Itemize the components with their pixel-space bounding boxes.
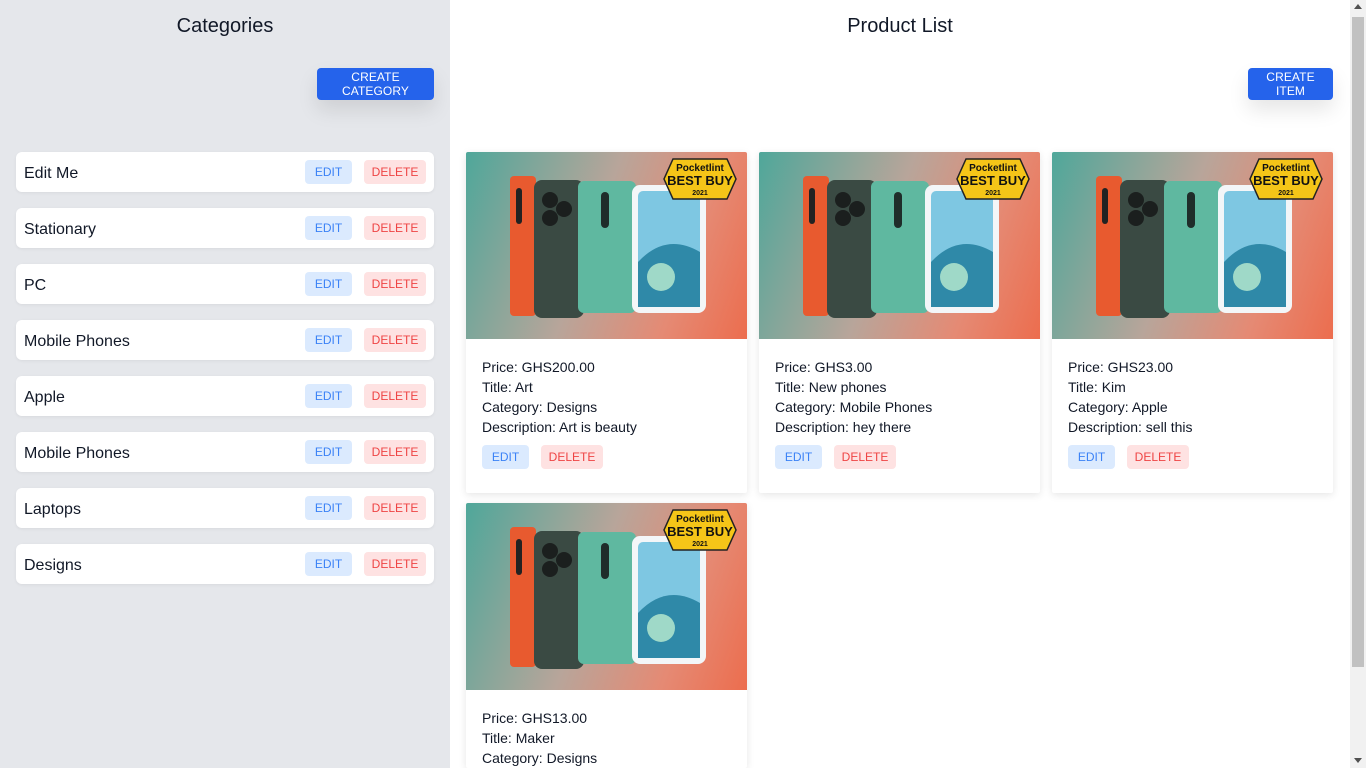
delete-category-button[interactable]: DELETE: [364, 440, 426, 464]
category-list: Edit Me EDIT DELETE Stationary EDIT DELE…: [16, 152, 434, 600]
product-image: Pocketlint BEST BUY 2021: [466, 152, 747, 339]
scroll-up-arrow-icon[interactable]: [1354, 4, 1362, 9]
product-image: Pocketlint BEST BUY 2021: [466, 503, 747, 690]
category-name: Mobile Phones: [24, 333, 130, 350]
delete-product-button[interactable]: DELETE: [834, 445, 896, 469]
product-title: Title: Maker: [482, 730, 555, 746]
delete-category-button[interactable]: DELETE: [364, 496, 426, 520]
category-name: Edit Me: [24, 165, 79, 182]
edit-product-button[interactable]: EDIT: [482, 445, 529, 469]
svg-text:BEST BUY: BEST BUY: [667, 173, 733, 188]
categories-sidebar: Categories CREATE CATEGORY Edit Me EDIT …: [0, 0, 450, 768]
edit-category-button[interactable]: EDIT: [305, 496, 352, 520]
product-title: Title: Art: [482, 379, 533, 395]
delete-product-button[interactable]: DELETE: [541, 445, 603, 469]
category-name: Apple: [24, 389, 65, 406]
edit-product-button[interactable]: EDIT: [775, 445, 822, 469]
edit-category-button[interactable]: EDIT: [305, 272, 352, 296]
scrollbar-thumb[interactable]: [1352, 17, 1364, 667]
product-title: Title: New phones: [775, 379, 887, 395]
delete-category-button[interactable]: DELETE: [364, 216, 426, 240]
category-item: Stationary EDIT DELETE: [16, 208, 434, 248]
product-actions: EDIT DELETE: [482, 445, 731, 493]
product-category: Category: Mobile Phones: [775, 399, 933, 415]
scroll-down-arrow-icon[interactable]: [1354, 758, 1362, 763]
product-price: Price: GHS200.00: [482, 359, 595, 375]
create-item-button[interactable]: CREATE ITEM: [1248, 68, 1333, 100]
product-actions: EDIT DELETE: [1068, 445, 1317, 493]
categories-title: Categories: [176, 15, 274, 37]
best-buy-badge: Pocketlint BEST BUY 2021: [956, 158, 1030, 200]
product-price: Price: GHS13.00: [482, 710, 588, 726]
category-item: Apple EDIT DELETE: [16, 376, 434, 416]
svg-text:BEST BUY: BEST BUY: [960, 173, 1026, 188]
product-image: Pocketlint BEST BUY 2021: [1052, 152, 1333, 339]
delete-category-button[interactable]: DELETE: [364, 160, 426, 184]
edit-category-button[interactable]: EDIT: [305, 216, 352, 240]
product-description: Description: Art is beauty: [482, 419, 637, 435]
product-price: Price: GHS3.00: [775, 359, 873, 375]
product-details: Price: GHS13.00 Title: Maker Category: D…: [466, 690, 747, 768]
svg-text:2021: 2021: [985, 190, 1001, 197]
svg-text:2021: 2021: [692, 541, 708, 548]
category-name: Designs: [24, 557, 82, 574]
product-description: Description: sell this: [1068, 419, 1193, 435]
edit-category-button[interactable]: EDIT: [305, 552, 352, 576]
delete-category-button[interactable]: DELETE: [364, 328, 426, 352]
svg-text:BEST BUY: BEST BUY: [1253, 173, 1319, 188]
product-card: Pocketlint BEST BUY 2021 Price: GHS3.00 …: [759, 152, 1040, 493]
category-item: Mobile Phones EDIT DELETE: [16, 432, 434, 472]
edit-category-button[interactable]: EDIT: [305, 328, 352, 352]
svg-text:2021: 2021: [692, 190, 708, 197]
product-actions: EDIT DELETE: [775, 445, 1024, 493]
product-price: Price: GHS23.00: [1068, 359, 1174, 375]
delete-category-button[interactable]: DELETE: [364, 272, 426, 296]
product-card: Pocketlint BEST BUY 2021 Price: GHS200.0…: [466, 152, 747, 493]
svg-text:2021: 2021: [1278, 190, 1294, 197]
category-item: PC EDIT DELETE: [16, 264, 434, 304]
product-category: Category: Designs: [482, 399, 598, 415]
product-list-title: Product List: [847, 15, 953, 37]
product-list-panel: Product List CREATE ITEM Pocketlint BEST…: [450, 0, 1350, 768]
product-card: Pocketlint BEST BUY 2021 Price: GHS23.00…: [1052, 152, 1333, 493]
category-item: Mobile Phones EDIT DELETE: [16, 320, 434, 360]
category-name: Laptops: [24, 501, 81, 518]
category-name: Stationary: [24, 221, 97, 238]
edit-category-button[interactable]: EDIT: [305, 160, 352, 184]
product-title: Title: Kim: [1068, 379, 1126, 395]
product-description: Description: hey there: [775, 419, 912, 435]
best-buy-badge: Pocketlint BEST BUY 2021: [663, 158, 737, 200]
svg-text:BEST BUY: BEST BUY: [667, 524, 733, 539]
delete-category-button[interactable]: DELETE: [364, 384, 426, 408]
edit-product-button[interactable]: EDIT: [1068, 445, 1115, 469]
delete-category-button[interactable]: DELETE: [364, 552, 426, 576]
delete-product-button[interactable]: DELETE: [1127, 445, 1189, 469]
product-image: Pocketlint BEST BUY 2021: [759, 152, 1040, 339]
category-item: Designs EDIT DELETE: [16, 544, 434, 584]
best-buy-badge: Pocketlint BEST BUY 2021: [1249, 158, 1323, 200]
category-name: PC: [24, 277, 47, 294]
create-category-button[interactable]: CREATE CATEGORY: [317, 68, 434, 100]
product-category: Category: Designs: [482, 750, 598, 766]
product-category: Category: Apple: [1068, 399, 1168, 415]
best-buy-badge: Pocketlint BEST BUY 2021: [663, 509, 737, 551]
product-details: Price: GHS200.00 Title: Art Category: De…: [466, 339, 747, 493]
edit-category-button[interactable]: EDIT: [305, 384, 352, 408]
product-card: Pocketlint BEST BUY 2021 Price: GHS13.00…: [466, 503, 747, 768]
category-name: Mobile Phones: [24, 445, 130, 462]
category-item: Edit Me EDIT DELETE: [16, 152, 434, 192]
edit-category-button[interactable]: EDIT: [305, 440, 352, 464]
product-details: Price: GHS23.00 Title: Kim Category: App…: [1052, 339, 1333, 493]
product-details: Price: GHS3.00 Title: New phones Categor…: [759, 339, 1040, 493]
category-item: Laptops EDIT DELETE: [16, 488, 434, 528]
